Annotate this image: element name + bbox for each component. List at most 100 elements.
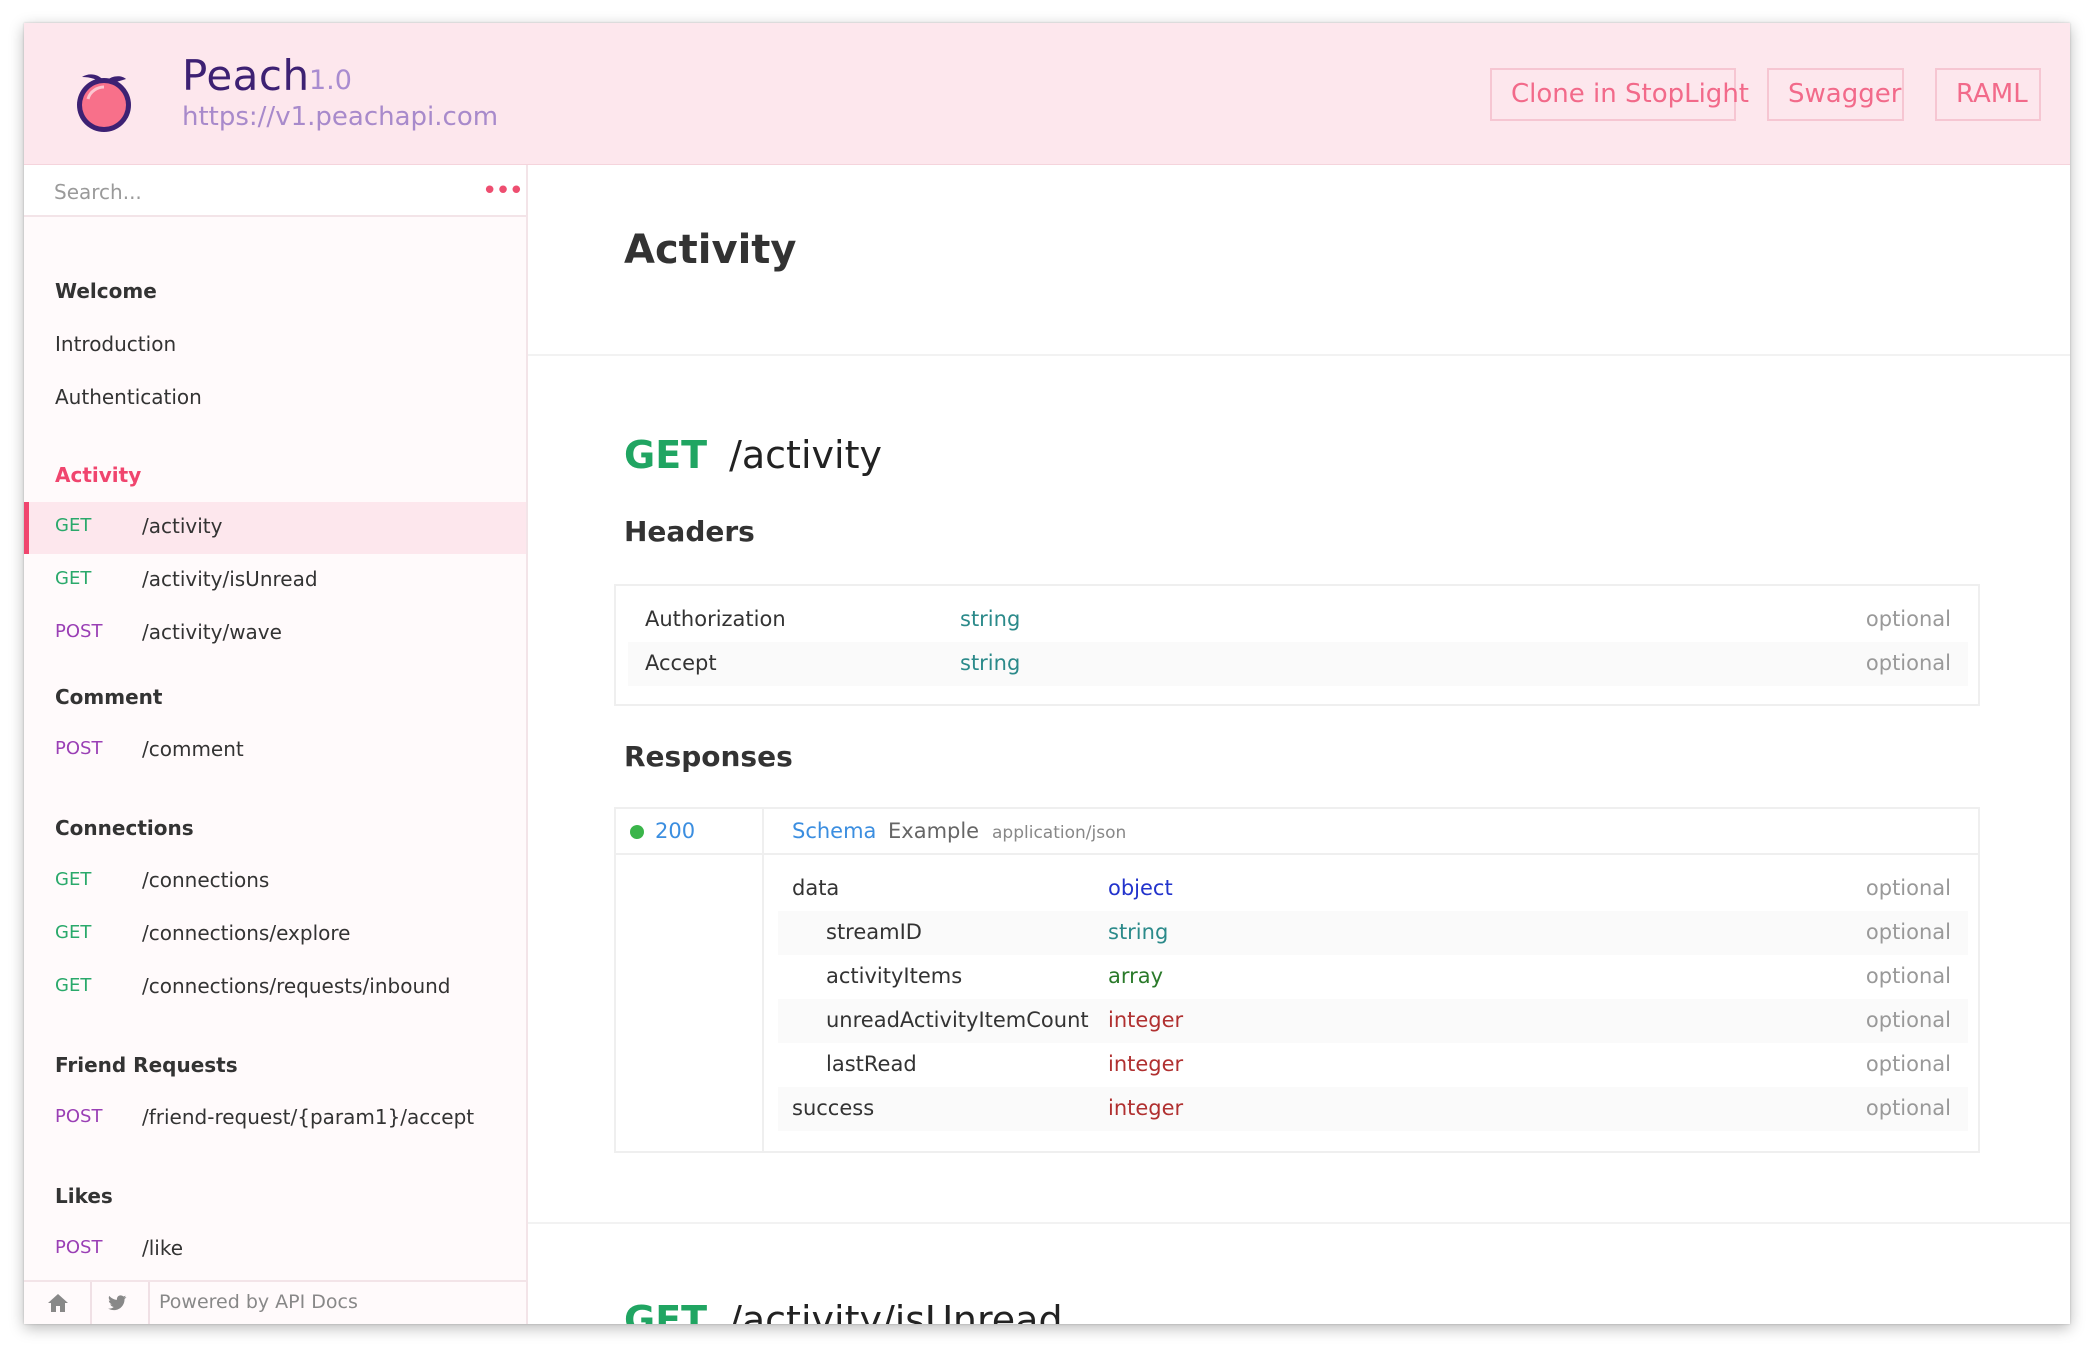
sidebar-section-connections[interactable]: Connections <box>55 816 194 840</box>
sidebar-item-get-connections-explore[interactable]: GET /connections/explore <box>24 909 526 961</box>
endpoint-method: GET <box>624 1298 708 1324</box>
schema-row: activityItems array optional <box>778 955 1968 999</box>
responses-panel: 200 Schema Example application/json data… <box>614 807 1980 1153</box>
field-type: integer <box>1108 1096 1184 1120</box>
twitter-icon[interactable] <box>106 1292 128 1314</box>
sidebar-item-post-friend-request-accept[interactable]: POST /friend-request/{param1}/accept <box>24 1093 526 1145</box>
method-label: GET <box>55 869 92 890</box>
table-row: Authorization string optional <box>628 598 1968 642</box>
endpoint-method: GET <box>624 433 708 477</box>
status-tab-200[interactable]: 200 <box>616 809 762 855</box>
sidebar-section-welcome[interactable]: Welcome <box>55 279 157 303</box>
headers-heading: Headers <box>624 515 755 548</box>
peach-logo-icon <box>77 74 131 132</box>
sidebar-item-get-activity-isunread[interactable]: GET /activity/isUnread <box>24 555 526 607</box>
sidebar-section-likes[interactable]: Likes <box>55 1184 113 1208</box>
search-bar: ••• <box>24 165 526 217</box>
search-input[interactable] <box>54 175 454 209</box>
sidebar-item-authentication[interactable]: Authentication <box>55 385 202 409</box>
powered-by-link[interactable]: Powered by API Docs <box>159 1291 358 1313</box>
endpoint-path: /activity <box>729 433 882 477</box>
status-list: 200 <box>616 809 764 1151</box>
header-name: Authorization <box>645 607 786 631</box>
endpoint-path: /comment <box>142 737 244 761</box>
schema-row: streamID string optional <box>778 911 1968 955</box>
sidebar: ••• Welcome Introduction Authentication … <box>24 165 528 1324</box>
endpoint-path: /like <box>142 1236 184 1260</box>
sidebar-section-activity[interactable]: Activity <box>55 463 141 487</box>
status-code: 200 <box>655 819 696 843</box>
app-window: Peach 1.0 https://v1.peachapi.com Clone … <box>24 23 2070 1324</box>
sidebar-item-post-like[interactable]: POST /like <box>24 1224 526 1276</box>
home-icon[interactable] <box>46 1292 70 1314</box>
field-name: lastRead <box>826 1052 917 1076</box>
tab-schema[interactable]: Schema <box>792 819 876 843</box>
swagger-button[interactable]: Swagger <box>1767 68 1904 121</box>
field-type: array <box>1108 964 1164 988</box>
footer-divider <box>90 1282 92 1324</box>
method-label: POST <box>55 621 103 642</box>
endpoint-path: /connections/explore <box>142 921 351 945</box>
method-label: POST <box>55 738 103 759</box>
headers-table: Authorization string optional Accept str… <box>614 584 1980 706</box>
sidebar-item-get-connections[interactable]: GET /connections <box>24 856 526 908</box>
method-label: POST <box>55 1106 103 1127</box>
header-required: optional <box>1865 651 1951 675</box>
field-name: streamID <box>826 920 922 944</box>
section-divider <box>528 354 2070 356</box>
endpoint-path: /activity <box>142 514 223 538</box>
sidebar-item-post-comment[interactable]: POST /comment <box>24 725 526 777</box>
sidebar-item-get-activity[interactable]: GET /activity <box>24 502 526 554</box>
footer-divider <box>148 1282 150 1324</box>
clone-in-stoplight-button[interactable]: Clone in StopLight <box>1490 68 1749 121</box>
field-required: optional <box>1865 1008 1951 1032</box>
field-name: data <box>792 876 840 900</box>
field-name: unreadActivityItemCount <box>826 1008 1089 1032</box>
schema-row: lastRead integer optional <box>778 1043 1968 1087</box>
method-label: GET <box>55 975 92 996</box>
sidebar-footer: Powered by API Docs <box>24 1280 526 1324</box>
field-required: optional <box>1865 1096 1951 1120</box>
method-label: GET <box>55 515 92 536</box>
response-tabs: Schema Example application/json <box>764 809 1978 855</box>
section-divider <box>528 1222 2070 1224</box>
more-icon[interactable]: ••• <box>482 178 524 204</box>
field-type: integer <box>1108 1052 1184 1076</box>
endpoint-path: /activity/wave <box>142 620 282 644</box>
endpoint-path: /activity/isUnread <box>142 567 318 591</box>
tab-example[interactable]: Example <box>888 819 979 843</box>
top-header: Peach 1.0 https://v1.peachapi.com Clone … <box>24 23 2070 165</box>
field-type: object <box>1108 876 1173 900</box>
method-label: POST <box>55 1237 103 1258</box>
schema-row: success integer optional <box>778 1087 1968 1131</box>
method-label: GET <box>55 922 92 943</box>
sidebar-section-comment[interactable]: Comment <box>55 685 162 709</box>
status-success-icon <box>630 825 644 839</box>
base-url: https://v1.peachapi.com <box>182 102 499 132</box>
field-type: integer <box>1108 1008 1184 1032</box>
endpoint-path: /connections/requests/inbound <box>142 974 451 998</box>
endpoint-title: GET/activity/isUnread <box>624 1298 1063 1324</box>
responses-heading: Responses <box>624 740 793 773</box>
header-required: optional <box>1865 607 1951 631</box>
sidebar-item-get-connections-requests-inbound[interactable]: GET /connections/requests/inbound <box>24 962 526 1014</box>
method-label: GET <box>55 568 92 589</box>
raml-button[interactable]: RAML <box>1935 68 2041 121</box>
sidebar-item-post-activity-wave[interactable]: POST /activity/wave <box>24 608 526 660</box>
header-name: Accept <box>645 651 717 675</box>
header-type: string <box>960 607 1021 631</box>
table-row: Accept string optional <box>628 642 1968 686</box>
page-title: Activity <box>624 227 797 273</box>
field-type: string <box>1108 920 1169 944</box>
app-name: Peach <box>182 51 310 100</box>
sidebar-item-introduction[interactable]: Introduction <box>55 332 176 356</box>
field-name: success <box>792 1096 875 1120</box>
sidebar-section-friend-requests[interactable]: Friend Requests <box>55 1053 238 1077</box>
field-required: optional <box>1865 1052 1951 1076</box>
field-required: optional <box>1865 964 1951 988</box>
schema-row: unreadActivityItemCount integer optional <box>778 999 1968 1043</box>
app-version: 1.0 <box>309 65 352 96</box>
field-required: optional <box>1865 876 1951 900</box>
content-type-label: application/json <box>992 823 1127 843</box>
endpoint-path: /friend-request/{param1}/accept <box>142 1105 475 1129</box>
